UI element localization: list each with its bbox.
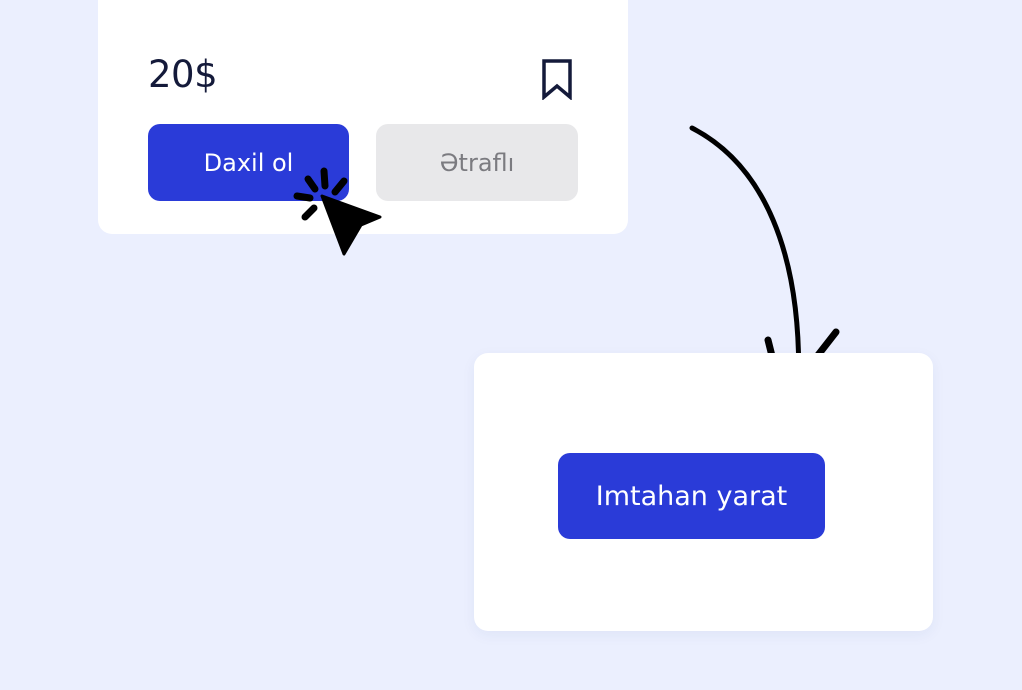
price-label: 20$ [148, 53, 218, 96]
details-button[interactable]: Ətraflı [376, 124, 578, 201]
create-exam-button[interactable]: Imtahan yarat [558, 453, 825, 539]
bookmark-icon[interactable] [540, 58, 574, 101]
join-button[interactable]: Daxil ol [148, 124, 349, 201]
